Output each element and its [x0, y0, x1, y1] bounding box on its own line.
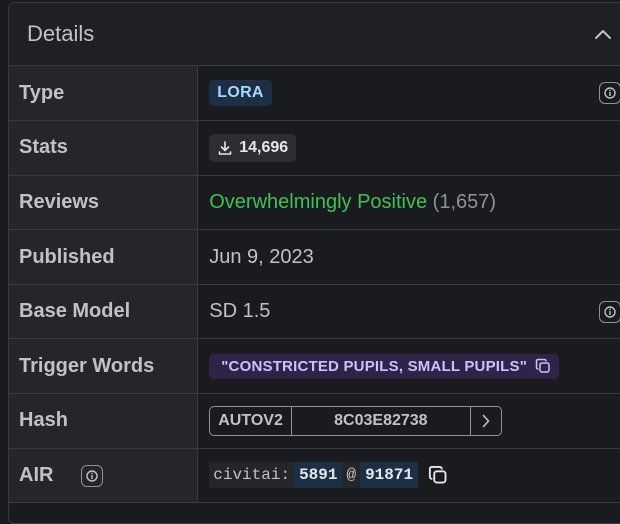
air-version-id: 91871	[360, 462, 419, 489]
copy-icon[interactable]	[535, 358, 551, 374]
hash-algorithm-select[interactable]: AUTOV2	[210, 406, 292, 435]
hash-next-button[interactable]	[471, 407, 501, 435]
hash-group: AUTOV2 8C03E82738	[209, 405, 502, 436]
trigger-words-text: "CONSTRICTED PUPILS, SMALL PUPILS"	[221, 357, 528, 375]
air-info-button[interactable]	[81, 464, 104, 487]
chevron-right-icon	[482, 414, 490, 428]
stats-label: Stats	[9, 120, 199, 176]
hash-value[interactable]: 8C03E82738	[292, 406, 471, 435]
type-label: Type	[9, 66, 199, 122]
downloads-count: 14,696	[239, 138, 289, 156]
info-icon	[604, 87, 616, 99]
review-rating[interactable]: Overwhelmingly Positive	[209, 191, 427, 213]
air-label: AIR	[19, 463, 54, 486]
info-icon	[86, 469, 98, 482]
air-prefix: civitai:	[209, 462, 295, 489]
table-row: Type LORA	[9, 66, 620, 122]
downloads-badge: 14,696	[209, 133, 297, 162]
info-icon	[604, 305, 616, 318]
table-row: AIR civitai: 5891 @ 91871	[9, 448, 620, 504]
base-model-label: Base Model	[9, 284, 199, 340]
type-badge: LORA	[209, 80, 272, 107]
type-info-button[interactable]	[599, 82, 620, 105]
trigger-words-label: Trigger Words	[9, 338, 199, 395]
review-count: (1,657)	[432, 190, 497, 213]
details-header[interactable]: Details	[9, 3, 620, 66]
published-label: Published	[9, 229, 199, 285]
air-separator: @	[342, 462, 361, 489]
air-identifier: civitai: 5891 @ 91871	[209, 462, 448, 489]
download-icon	[218, 141, 232, 155]
copy-icon	[429, 466, 447, 484]
hash-label: Hash	[9, 393, 199, 449]
table-row: Hash AUTOV2 8C03E82738	[9, 393, 620, 449]
air-model-id: 5891	[294, 462, 343, 489]
chevron-up-icon[interactable]	[593, 24, 613, 44]
published-date: Jun 9, 2023	[197, 229, 620, 285]
base-model-info-button[interactable]	[599, 300, 620, 323]
table-row: Trigger Words "CONSTRICTED PUPILS, SMALL…	[9, 338, 620, 395]
base-model-value: SD 1.5	[209, 300, 271, 323]
trigger-words-badge[interactable]: "CONSTRICTED PUPILS, SMALL PUPILS"	[209, 353, 560, 379]
reviews-label: Reviews	[9, 175, 199, 231]
table-row: Stats 14,696	[9, 120, 620, 176]
table-row: Published Jun 9, 2023	[9, 229, 620, 285]
details-title: Details	[27, 21, 95, 46]
table-row: Reviews Overwhelmingly Positive (1,657)	[9, 175, 620, 231]
details-panel: Details Type LORA Stats 14,696 Reviews O…	[8, 2, 620, 524]
details-table: Type LORA Stats 14,696 Reviews Overwhelm…	[9, 66, 620, 504]
air-copy-button[interactable]	[428, 465, 448, 485]
table-row: Base Model SD 1.5	[9, 284, 620, 340]
